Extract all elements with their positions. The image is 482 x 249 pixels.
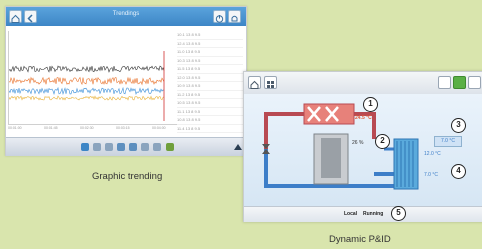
- trending-title: Trendings: [112, 11, 140, 17]
- evap-inlet-value: 12.0 °C: [424, 151, 441, 157]
- x-tick-label: 00:02:30: [80, 126, 94, 130]
- compressor-percent-value: 26 %: [352, 140, 364, 146]
- trending-title-bar: Trendings: [6, 7, 246, 26]
- zoom-in-icon[interactable]: [117, 143, 125, 151]
- alarm-bell-icon[interactable]: [228, 10, 241, 23]
- trend-x-axis: 00:01:00 00:01:45 00:02:30 00:03:15 00:04:00: [8, 125, 244, 133]
- power-icon[interactable]: [453, 76, 466, 89]
- callout-1: 1: [363, 97, 378, 112]
- export-icon[interactable]: [166, 143, 174, 151]
- status-local: Local: [344, 211, 358, 217]
- callout-4: 4: [451, 164, 466, 179]
- power-icon[interactable]: [213, 10, 226, 23]
- pid-top-bar: [244, 72, 482, 95]
- trend-line-icon[interactable]: [81, 143, 89, 151]
- trend-series-line: [8, 65, 165, 73]
- trend-table-row: 10.8 13 8 9.5: [177, 116, 243, 125]
- caption-graphic-trending: Graphic trending: [92, 171, 163, 182]
- alarm-bell-icon[interactable]: [468, 76, 481, 89]
- home-icon[interactable]: [9, 10, 22, 23]
- reset-zoom-icon[interactable]: [141, 143, 149, 151]
- trend-value-table: 10.1 13 8 9.5 12.4 13 8 9.5 11.0 13 8 9.…: [177, 31, 243, 133]
- pan-right-icon[interactable]: [105, 143, 113, 151]
- evap-outlet-value: 7.0 °C: [424, 172, 438, 178]
- trend-chart-svg: [8, 51, 165, 121]
- trend-plot[interactable]: [8, 31, 177, 125]
- callout-2: 2: [375, 134, 390, 149]
- trend-table-row: 12.4 13 8 9.5: [177, 40, 243, 48]
- zoom-out-icon[interactable]: [129, 143, 137, 151]
- trend-table-row: 11.1 13 8 9.5: [177, 108, 243, 116]
- callout-5: 5: [391, 206, 406, 221]
- pan-left-icon[interactable]: [93, 143, 101, 151]
- x-tick-label: 00:01:00: [8, 126, 22, 130]
- x-tick-label: 00:01:45: [44, 126, 58, 130]
- callout-3: 3: [451, 118, 466, 133]
- home-icon[interactable]: [248, 76, 261, 89]
- trend-series-line: [8, 76, 165, 86]
- trend-toolbar: [6, 137, 246, 156]
- pid-status-bar: Local Running 5: [244, 206, 482, 222]
- refresh-icon[interactable]: [153, 143, 161, 151]
- menu-grid-icon[interactable]: [264, 76, 277, 89]
- scroll-up-icon[interactable]: [234, 144, 242, 150]
- trend-table-row: 10.9 13 8 9.5: [177, 82, 243, 91]
- setpoint-value[interactable]: 7.0 °C: [434, 136, 462, 147]
- trend-table-row: 11.5 13 8 9.5: [177, 65, 243, 74]
- condenser-temp-value: 24.5 °C: [355, 115, 372, 121]
- back-icon[interactable]: [24, 10, 37, 23]
- trend-table-row: 10.5 13 8 9.5: [177, 99, 243, 108]
- trend-series-line: [8, 95, 165, 101]
- pid-piping-svg: [262, 103, 419, 190]
- trend-table-row: 12.0 13 8 9.5: [177, 74, 243, 82]
- trend-table-row: 11.2 13 8 9.5: [177, 91, 243, 99]
- status-running: Running: [363, 211, 384, 217]
- trend-table-row: 10.3 13 8 9.5: [177, 57, 243, 65]
- trend-table-row: 11.0 13 8 9.5: [177, 48, 243, 57]
- trending-screen: Trendings 10.1 13 8 9.5 12.4 13 8 9.5 11…: [5, 6, 247, 156]
- pid-diagram: 1 2 3 4 24.5 °C 26 % 7.0 °C 12.0 °C 7.0 …: [244, 94, 482, 206]
- x-tick-label: 00:03:15: [116, 126, 130, 130]
- lock-icon[interactable]: [438, 76, 451, 89]
- pid-screen: 1 2 3 4 24.5 °C 26 % 7.0 °C 12.0 °C 7.0 …: [243, 71, 482, 222]
- x-tick-label: 00:04:00: [152, 126, 166, 130]
- caption-dynamic-pid: Dynamic P&ID: [329, 234, 391, 245]
- trend-table-row: 10.1 13 8 9.5: [177, 31, 243, 40]
- trend-series-line: [8, 86, 165, 96]
